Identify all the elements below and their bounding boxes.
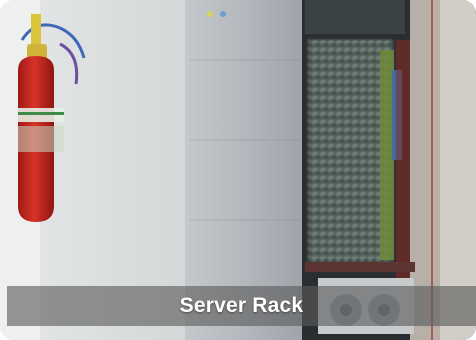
caption-overlay: Server Rack [7,286,476,326]
image-caption: Server Rack [179,294,304,317]
photo-card[interactable]: Server Rack [0,0,476,340]
